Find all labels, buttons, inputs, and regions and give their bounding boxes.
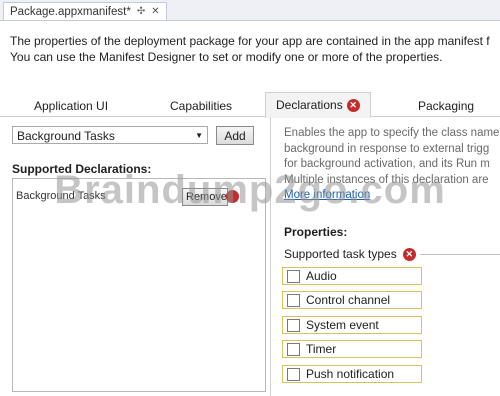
document-tab[interactable]: Package.appxmanifest* ✣ ✕: [3, 2, 167, 20]
task-label: Push notification: [306, 367, 395, 381]
description-line: background in response to external trigg: [284, 142, 490, 155]
properties-label: Properties:: [284, 225, 348, 239]
checkbox-icon[interactable]: [287, 293, 300, 307]
manifest-description: The properties of the deployment package…: [10, 33, 490, 65]
task-system-event-checkbox[interactable]: System event: [282, 316, 422, 334]
tab-label: Declarations: [276, 98, 343, 112]
checkbox-icon[interactable]: [287, 367, 300, 381]
supported-task-types-text: Supported task types: [284, 247, 397, 261]
tab-label: Application UI: [34, 99, 109, 113]
task-label: Control channel: [306, 293, 391, 307]
declaration-type-select[interactable]: Background Tasks ▼: [12, 126, 208, 144]
description-line-1: The properties of the deployment package…: [10, 34, 490, 48]
checkbox-icon[interactable]: [287, 342, 300, 356]
checkbox-icon[interactable]: [287, 269, 300, 283]
tab-capabilities[interactable]: Capabilities: [170, 96, 232, 116]
tab-label: Packaging: [418, 99, 475, 113]
watermark: Braindump2go.com: [54, 168, 446, 212]
pin-icon[interactable]: ✣: [137, 6, 145, 17]
tab-packaging[interactable]: Packaging: [418, 96, 474, 116]
select-value: Background Tasks: [17, 129, 115, 143]
task-label: System event: [306, 318, 379, 332]
pane-divider: [270, 117, 271, 396]
supported-task-types-label: Supported task types ✕: [284, 247, 416, 261]
tab-label: Capabilities: [170, 99, 233, 113]
task-control-channel-checkbox[interactable]: Control channel: [282, 291, 422, 309]
checkbox-icon[interactable]: [287, 318, 300, 332]
task-audio-checkbox[interactable]: Audio: [282, 267, 422, 285]
document-tab-title: Package.appxmanifest*: [10, 5, 131, 18]
task-timer-checkbox[interactable]: Timer: [282, 340, 422, 358]
group-separator: [420, 254, 500, 255]
task-push-notification-checkbox[interactable]: Push notification: [282, 365, 422, 383]
task-label: Audio: [306, 269, 337, 283]
error-icon: ✕: [346, 98, 360, 112]
close-icon[interactable]: ✕: [151, 6, 159, 17]
task-label: Timer: [306, 342, 337, 356]
description-line-2: You can use the Manifest Designer to set…: [10, 50, 443, 64]
tab-application-ui[interactable]: Application UI: [34, 96, 108, 116]
add-button[interactable]: Add: [216, 126, 254, 145]
description-line: Enables the app to specify the class nam…: [284, 127, 500, 139]
tab-declarations[interactable]: Declarations ✕: [265, 92, 371, 118]
error-icon: ✕: [402, 247, 416, 261]
chevron-down-icon: ▼: [195, 131, 203, 140]
